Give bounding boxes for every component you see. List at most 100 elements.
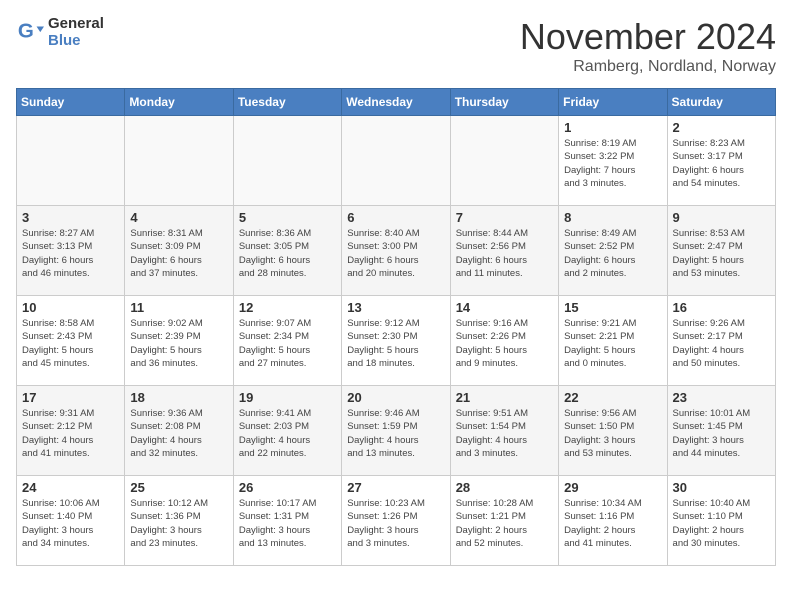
weekday-header-friday: Friday	[559, 89, 667, 116]
calendar-cell	[342, 116, 450, 206]
day-info: Sunrise: 10:23 AM Sunset: 1:26 PM Daylig…	[347, 497, 444, 550]
day-info: Sunrise: 9:21 AM Sunset: 2:21 PM Dayligh…	[564, 317, 661, 370]
day-info: Sunrise: 8:36 AM Sunset: 3:05 PM Dayligh…	[239, 227, 336, 280]
day-number: 7	[456, 210, 553, 225]
calendar-body: 1 Sunrise: 8:19 AM Sunset: 3:22 PM Daylig…	[17, 116, 776, 566]
calendar-cell: 2 Sunrise: 8:23 AM Sunset: 3:17 PM Daylig…	[667, 116, 775, 206]
location-subtitle: Ramberg, Nordland, Norway	[520, 58, 776, 76]
calendar-cell: 12 Sunrise: 9:07 AM Sunset: 2:34 PM Dayli…	[233, 296, 341, 386]
calendar-cell: 22 Sunrise: 9:56 AM Sunset: 1:50 PM Dayli…	[559, 386, 667, 476]
calendar-cell: 3 Sunrise: 8:27 AM Sunset: 3:13 PM Daylig…	[17, 206, 125, 296]
day-info: Sunrise: 8:27 AM Sunset: 3:13 PM Dayligh…	[22, 227, 119, 280]
day-number: 18	[130, 390, 227, 405]
day-info: Sunrise: 8:58 AM Sunset: 2:43 PM Dayligh…	[22, 317, 119, 370]
day-info: Sunrise: 9:51 AM Sunset: 1:54 PM Dayligh…	[456, 407, 553, 460]
calendar-cell: 21 Sunrise: 9:51 AM Sunset: 1:54 PM Dayli…	[450, 386, 558, 476]
day-number: 27	[347, 480, 444, 495]
week-row-2: 3 Sunrise: 8:27 AM Sunset: 3:13 PM Daylig…	[17, 206, 776, 296]
calendar-cell: 16 Sunrise: 9:26 AM Sunset: 2:17 PM Dayli…	[667, 296, 775, 386]
calendar-cell: 23Sunrise: 10:01 AM Sunset: 1:45 PM Dayl…	[667, 386, 775, 476]
day-number: 21	[456, 390, 553, 405]
day-info: Sunrise: 10:17 AM Sunset: 1:31 PM Daylig…	[239, 497, 336, 550]
calendar-cell: 25 Sunrise: 10:12 AM Sunset: 1:36 PM Dayl…	[125, 476, 233, 566]
day-info: Sunrise: 9:41 AM Sunset: 2:03 PM Dayligh…	[239, 407, 336, 460]
day-info: Sunrise: 8:44 AM Sunset: 2:56 PM Dayligh…	[456, 227, 553, 280]
calendar-cell: 4 Sunrise: 8:31 AM Sunset: 3:09 PM Daylig…	[125, 206, 233, 296]
day-info: Sunrise: 9:56 AM Sunset: 1:50 PM Dayligh…	[564, 407, 661, 460]
day-info: Sunrise: 10:34 AM Sunset: 1:16 PM Daylig…	[564, 497, 661, 550]
calendar-cell	[450, 116, 558, 206]
weekday-header-wednesday: Wednesday	[342, 89, 450, 116]
day-number: 24	[22, 480, 119, 495]
day-info: Sunrise: 9:46 AM Sunset: 1:59 PM Dayligh…	[347, 407, 444, 460]
day-number: 3	[22, 210, 119, 225]
calendar-cell: 20 Sunrise: 9:46 AM Sunset: 1:59 PM Dayli…	[342, 386, 450, 476]
calendar-cell: 1 Sunrise: 8:19 AM Sunset: 3:22 PM Daylig…	[559, 116, 667, 206]
day-number: 22	[564, 390, 661, 405]
day-info: Sunrise: 9:02 AM Sunset: 2:39 PM Dayligh…	[130, 317, 227, 370]
day-number: 2	[673, 120, 770, 135]
day-info: Sunrise: 8:49 AM Sunset: 2:52 PM Dayligh…	[564, 227, 661, 280]
title-block: November 2024 Ramberg, Nordland, Norway	[520, 16, 776, 76]
day-number: 10	[22, 300, 119, 315]
day-info: Sunrise: 10:06 AM Sunset: 1:40 PM Daylig…	[22, 497, 119, 550]
day-number: 19	[239, 390, 336, 405]
day-info: Sunrise: 10:28 AM Sunset: 1:21 PM Daylig…	[456, 497, 553, 550]
calendar-cell: 15Sunrise: 9:21 AM Sunset: 2:21 PM Dayli…	[559, 296, 667, 386]
calendar-cell: 24 Sunrise: 10:06 AM Sunset: 1:40 PM Dayl…	[17, 476, 125, 566]
day-number: 12	[239, 300, 336, 315]
calendar-cell: 10 Sunrise: 8:58 AM Sunset: 2:43 PM Dayli…	[17, 296, 125, 386]
week-row-1: 1 Sunrise: 8:19 AM Sunset: 3:22 PM Daylig…	[17, 116, 776, 206]
day-number: 20	[347, 390, 444, 405]
calendar-header: SundayMondayTuesdayWednesdayThursdayFrid…	[17, 89, 776, 116]
day-info: Sunrise: 8:53 AM Sunset: 2:47 PM Dayligh…	[673, 227, 770, 280]
day-number: 8	[564, 210, 661, 225]
logo-text: General Blue	[48, 16, 104, 49]
logo-icon: G	[16, 19, 44, 47]
calendar-cell	[17, 116, 125, 206]
calendar-cell	[233, 116, 341, 206]
day-info: Sunrise: 9:31 AM Sunset: 2:12 PM Dayligh…	[22, 407, 119, 460]
day-number: 25	[130, 480, 227, 495]
calendar-cell: 27 Sunrise: 10:23 AM Sunset: 1:26 PM Dayl…	[342, 476, 450, 566]
day-info: Sunrise: 9:16 AM Sunset: 2:26 PM Dayligh…	[456, 317, 553, 370]
day-number: 5	[239, 210, 336, 225]
calendar-cell: 17 Sunrise: 9:31 AM Sunset: 2:12 PM Dayli…	[17, 386, 125, 476]
day-number: 26	[239, 480, 336, 495]
day-number: 28	[456, 480, 553, 495]
calendar-cell: 26 Sunrise: 10:17 AM Sunset: 1:31 PM Dayl…	[233, 476, 341, 566]
day-number: 16	[673, 300, 770, 315]
calendar-cell: 30 Sunrise: 10:40 AM Sunset: 1:10 PM Dayl…	[667, 476, 775, 566]
day-info: Sunrise: 9:36 AM Sunset: 2:08 PM Dayligh…	[130, 407, 227, 460]
weekday-header-sunday: Sunday	[17, 89, 125, 116]
month-title: November 2024	[520, 16, 776, 58]
day-number: 23	[673, 390, 770, 405]
weekday-header-thursday: Thursday	[450, 89, 558, 116]
calendar-cell: 19 Sunrise: 9:41 AM Sunset: 2:03 PM Dayli…	[233, 386, 341, 476]
day-info: Sunrise: 10:12 AM Sunset: 1:36 PM Daylig…	[130, 497, 227, 550]
day-number: 11	[130, 300, 227, 315]
day-number: 30	[673, 480, 770, 495]
day-info: Sunrise: 9:07 AM Sunset: 2:34 PM Dayligh…	[239, 317, 336, 370]
weekday-header-tuesday: Tuesday	[233, 89, 341, 116]
weekday-header-monday: Monday	[125, 89, 233, 116]
svg-text:G: G	[18, 19, 34, 42]
page-header: G General Blue November 2024 Ramberg, No…	[16, 16, 776, 76]
day-number: 9	[673, 210, 770, 225]
day-number: 14	[456, 300, 553, 315]
day-info: Sunrise: 8:19 AM Sunset: 3:22 PM Dayligh…	[564, 137, 661, 190]
calendar-cell: 6Sunrise: 8:40 AM Sunset: 3:00 PM Daylig…	[342, 206, 450, 296]
day-info: Sunrise: 8:31 AM Sunset: 3:09 PM Dayligh…	[130, 227, 227, 280]
day-info: Sunrise: 9:26 AM Sunset: 2:17 PM Dayligh…	[673, 317, 770, 370]
day-info: Sunrise: 8:40 AM Sunset: 3:00 PM Dayligh…	[347, 227, 444, 280]
calendar-cell: 28 Sunrise: 10:28 AM Sunset: 1:21 PM Dayl…	[450, 476, 558, 566]
calendar-cell: 18 Sunrise: 9:36 AM Sunset: 2:08 PM Dayli…	[125, 386, 233, 476]
day-info: Sunrise: 10:40 AM Sunset: 1:10 PM Daylig…	[673, 497, 770, 550]
calendar-cell: 29Sunrise: 10:34 AM Sunset: 1:16 PM Dayl…	[559, 476, 667, 566]
day-number: 1	[564, 120, 661, 135]
day-number: 17	[22, 390, 119, 405]
logo: G General Blue	[16, 16, 104, 49]
day-info: Sunrise: 8:23 AM Sunset: 3:17 PM Dayligh…	[673, 137, 770, 190]
day-number: 4	[130, 210, 227, 225]
calendar-cell: 5 Sunrise: 8:36 AM Sunset: 3:05 PM Daylig…	[233, 206, 341, 296]
